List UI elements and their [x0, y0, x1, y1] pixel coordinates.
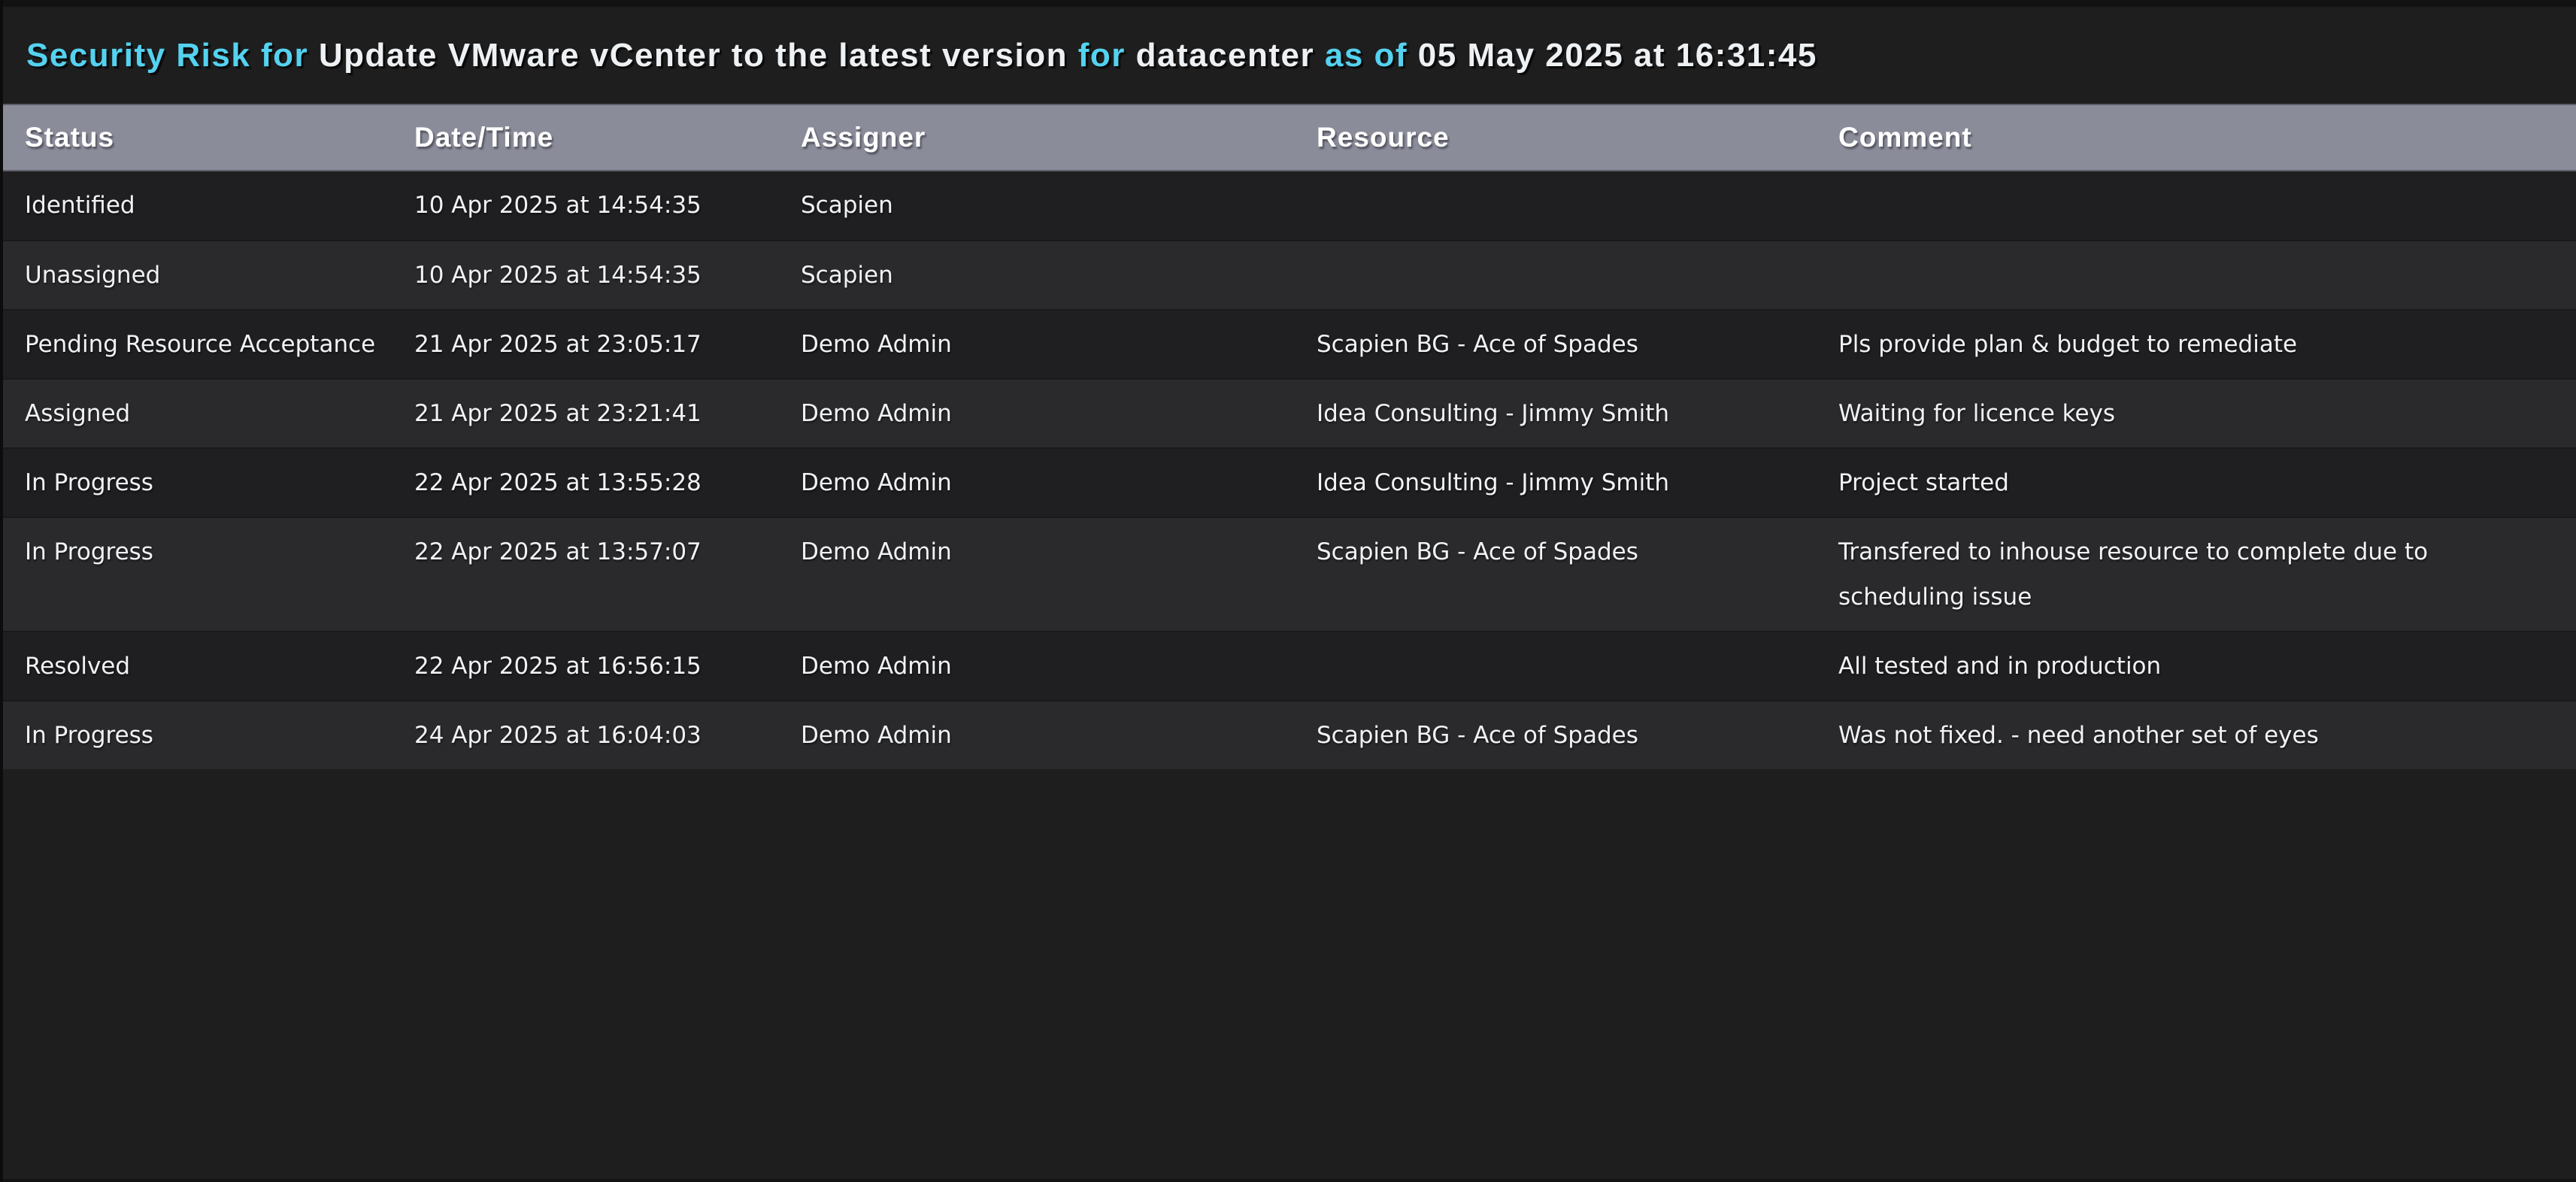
cell-assigner: Demo Admin — [801, 322, 1317, 367]
title-bar: Security Risk for Update VMware vCenter … — [0, 7, 2576, 104]
window-top-edge — [0, 0, 2576, 7]
cell-assigner: Demo Admin — [801, 644, 1317, 689]
column-header-resource: Resource — [1317, 122, 1838, 153]
cell-datetime: 22 Apr 2025 at 16:56:15 — [414, 644, 801, 689]
cell-resource: Idea Consulting - Jimmy Smith — [1317, 460, 1838, 505]
cell-assigner: Demo Admin — [801, 391, 1317, 436]
cell-status: In Progress — [25, 460, 414, 505]
cell-comment: Project started — [1838, 460, 2551, 505]
title-segment-accent: Security Risk for — [26, 37, 319, 74]
table-row: Resolved22 Apr 2025 at 16:56:15Demo Admi… — [0, 631, 2576, 700]
window-bottom-edge — [0, 1179, 2576, 1182]
cell-status: Resolved — [25, 644, 414, 689]
table-row: In Progress22 Apr 2025 at 13:55:28Demo A… — [0, 447, 2576, 517]
cell-comment: Pls provide plan & budget to remediate — [1838, 322, 2551, 367]
cell-datetime: 21 Apr 2025 at 23:21:41 — [414, 391, 801, 436]
column-header-status: Status — [25, 122, 414, 153]
cell-assigner: Scapien — [801, 253, 1317, 298]
cell-comment: Waiting for licence keys — [1838, 391, 2551, 436]
cell-status: Unassigned — [25, 253, 414, 298]
column-header-comment: Comment — [1838, 122, 2551, 153]
title-segment: 05 May 2025 at 16:31:45 — [1418, 37, 1817, 74]
cell-resource: Scapien BG - Ace of Spades — [1317, 322, 1838, 367]
cell-datetime: 24 Apr 2025 at 16:04:03 — [414, 713, 801, 758]
cell-comment: Was not fixed. - need another set of eye… — [1838, 713, 2551, 758]
column-header-assigner: Assigner — [801, 122, 1317, 153]
table-row: In Progress24 Apr 2025 at 16:04:03Demo A… — [0, 700, 2576, 769]
cell-datetime: 10 Apr 2025 at 14:54:35 — [414, 253, 801, 298]
cell-assigner: Demo Admin — [801, 713, 1317, 758]
cell-assigner: Scapien — [801, 183, 1317, 228]
window-left-edge — [0, 0, 3, 1182]
cell-status: In Progress — [25, 713, 414, 758]
table-row: Unassigned10 Apr 2025 at 14:54:35Scapien — [0, 240, 2576, 309]
table-row: Pending Resource Acceptance21 Apr 2025 a… — [0, 309, 2576, 378]
status-history-table: Status Date/Time Assigner Resource Comme… — [0, 104, 2576, 769]
table-row: In Progress22 Apr 2025 at 13:57:07Demo A… — [0, 517, 2576, 631]
cell-status: Identified — [25, 183, 414, 228]
cell-comment: Transfered to inhouse resource to comple… — [1838, 529, 2551, 620]
cell-status: Pending Resource Acceptance — [25, 322, 414, 367]
cell-comment: All tested and in production — [1838, 644, 2551, 689]
table-header-row: Status Date/Time Assigner Resource Comme… — [0, 104, 2576, 171]
title-segment-accent: for — [1078, 37, 1136, 74]
cell-datetime: 22 Apr 2025 at 13:55:28 — [414, 460, 801, 505]
cell-datetime: 22 Apr 2025 at 13:57:07 — [414, 529, 801, 574]
cell-resource: Scapien BG - Ace of Spades — [1317, 713, 1838, 758]
title-segment: datacenter — [1136, 37, 1325, 74]
page-title: Security Risk for Update VMware vCenter … — [26, 37, 1817, 74]
cell-status: Assigned — [25, 391, 414, 436]
column-header-datetime: Date/Time — [414, 122, 801, 153]
cell-resource: Scapien BG - Ace of Spades — [1317, 529, 1838, 574]
cell-datetime: 10 Apr 2025 at 14:54:35 — [414, 183, 801, 228]
title-segment-accent: as of — [1325, 37, 1418, 74]
table-body: Identified10 Apr 2025 at 14:54:35Scapien… — [0, 171, 2576, 769]
table-row: Assigned21 Apr 2025 at 23:21:41Demo Admi… — [0, 378, 2576, 447]
cell-datetime: 21 Apr 2025 at 23:05:17 — [414, 322, 801, 367]
cell-assigner: Demo Admin — [801, 460, 1317, 505]
title-segment: Update VMware vCenter to the latest vers… — [319, 37, 1078, 74]
cell-resource: Idea Consulting - Jimmy Smith — [1317, 391, 1838, 436]
risk-status-report-page: Security Risk for Update VMware vCenter … — [0, 0, 2576, 1182]
cell-status: In Progress — [25, 529, 414, 574]
table-row: Identified10 Apr 2025 at 14:54:35Scapien — [0, 171, 2576, 240]
cell-assigner: Demo Admin — [801, 529, 1317, 574]
